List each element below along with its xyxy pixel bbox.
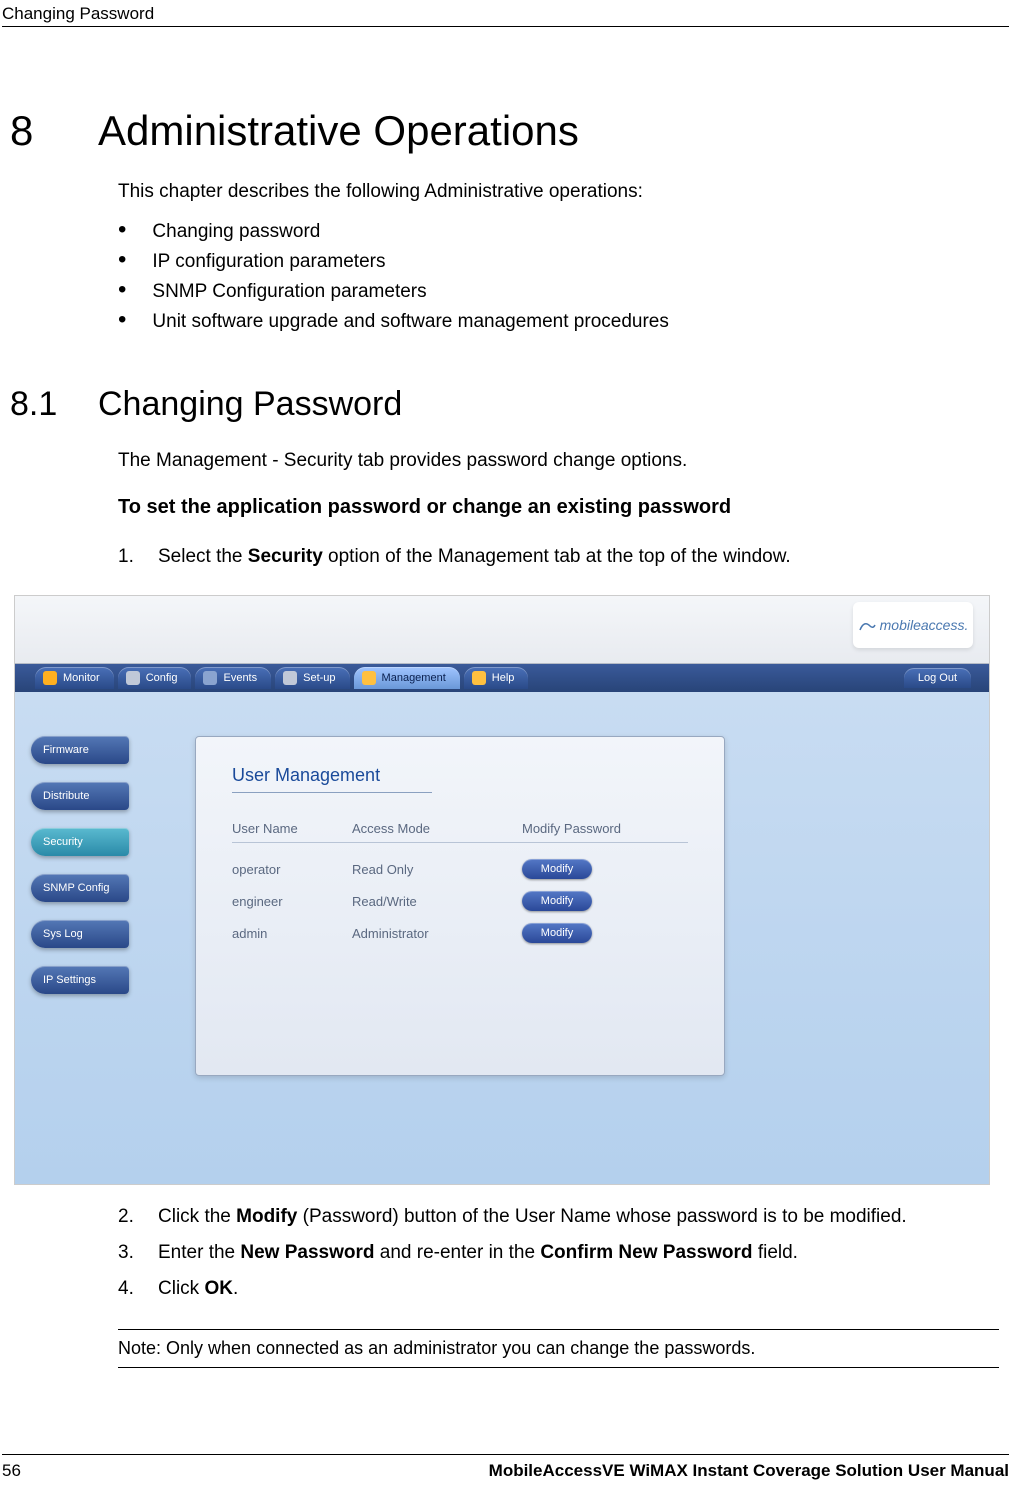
cell-user: operator	[232, 862, 352, 877]
bullet-icon: •	[118, 281, 126, 303]
chapter-intro: This chapter describes the following Adm…	[118, 181, 1009, 203]
tab-label: Config	[146, 672, 178, 684]
page-footer: 56 MobileAccessVE WiMAX Instant Coverage…	[2, 1454, 1009, 1481]
sidebar-item-ip-settings[interactable]: IP Settings	[31, 966, 129, 994]
tab-label: Events	[223, 672, 257, 684]
section-heading: 8.1 Changing Password	[10, 385, 1009, 424]
sidebar-item-security[interactable]: Security	[31, 828, 129, 856]
footer-rule	[2, 1454, 1009, 1455]
step-number: 1.	[118, 546, 140, 568]
sidebar-item-sys-log[interactable]: Sys Log	[31, 920, 129, 948]
bullet-icon: •	[118, 251, 126, 273]
list-item: • Unit software upgrade and software mana…	[118, 307, 1009, 337]
chapter-number: 8	[10, 107, 50, 155]
cell-user: engineer	[232, 894, 352, 909]
tab-config[interactable]: Config	[118, 667, 192, 689]
tab-management[interactable]: Management	[354, 667, 460, 689]
list-item: • IP configuration parameters	[118, 247, 1009, 277]
table-row: engineer Read/Write Modify	[232, 885, 688, 917]
events-icon	[203, 671, 217, 685]
header-access-mode: Access Mode	[352, 821, 522, 836]
bullet-icon: •	[118, 221, 126, 243]
step-1: 1. Select the Security option of the Man…	[118, 539, 1009, 575]
step-2: 2. Click the Modify (Password) button of…	[118, 1199, 1009, 1235]
logout-button[interactable]: Log Out	[904, 668, 971, 688]
step-3: 3. Enter the New Password and re-enter i…	[118, 1235, 1009, 1271]
header-rule	[2, 26, 1009, 27]
sidebar: Firmware Distribute Security SNMP Config…	[15, 692, 145, 1184]
step-list-bottom: 2. Click the Modify (Password) button of…	[118, 1199, 1009, 1307]
cell-mode: Read Only	[352, 862, 522, 877]
tab-label: Help	[492, 672, 515, 684]
logo-text: mobileaccess.	[880, 617, 969, 633]
modify-button[interactable]: Modify	[522, 923, 592, 943]
bullet-icon: •	[118, 311, 126, 333]
tab-label: Monitor	[63, 672, 100, 684]
list-item-text: Unit software upgrade and software manag…	[152, 311, 668, 333]
step-number: 3.	[118, 1242, 140, 1264]
list-item: • SNMP Configuration parameters	[118, 277, 1009, 307]
procedure-heading: To set the application password or chang…	[118, 496, 1009, 519]
main-panel-area: User Management User Name Access Mode Mo…	[145, 692, 989, 1184]
tab-setup[interactable]: Set-up	[275, 667, 349, 689]
page-number: 56	[2, 1461, 21, 1481]
chapter-heading: 8 Administrative Operations	[10, 107, 1009, 155]
list-item-text: SNMP Configuration parameters	[152, 281, 426, 303]
table-row: admin Administrator Modify	[232, 917, 688, 949]
section-number: 8.1	[10, 385, 70, 424]
tab-monitor[interactable]: Monitor	[35, 667, 114, 689]
step-text: Enter the New Password and re-enter in t…	[158, 1242, 798, 1264]
tab-label: Management	[382, 672, 446, 684]
page-header: Changing Password	[0, 0, 1019, 26]
list-item: • Changing password	[118, 217, 1009, 247]
panel-title: User Management	[232, 765, 688, 786]
user-table: User Name Access Mode Modify Password op…	[232, 821, 688, 949]
monitor-icon	[43, 671, 57, 685]
step-number: 4.	[118, 1278, 140, 1300]
header-modify-password: Modify Password	[522, 821, 652, 836]
app-body: Firmware Distribute Security SNMP Config…	[15, 692, 989, 1184]
cell-mode: Read/Write	[352, 894, 522, 909]
logo-wave-icon	[858, 616, 876, 634]
tab-label: Set-up	[303, 672, 335, 684]
bullet-list: • Changing password • IP configuration par…	[118, 217, 1009, 337]
app-header-area: mobileaccess.	[15, 596, 989, 664]
panel-title-underline	[232, 792, 432, 793]
step-list-top: 1. Select the Security option of the Man…	[118, 539, 1009, 575]
list-item-text: Changing password	[152, 221, 320, 243]
step-4: 4. Click OK.	[118, 1271, 1009, 1307]
step-text: Select the Security option of the Manage…	[158, 546, 791, 568]
list-item-text: IP configuration parameters	[152, 251, 385, 273]
table-row: operator Read Only Modify	[232, 853, 688, 885]
top-tab-bar: Monitor Config Events Set-up Management …	[15, 664, 989, 692]
cell-mode: Administrator	[352, 926, 522, 941]
section-intro: The Management - Security tab provides p…	[118, 450, 1009, 472]
table-header-row: User Name Access Mode Modify Password	[232, 821, 688, 843]
modify-button[interactable]: Modify	[522, 859, 592, 879]
user-management-panel: User Management User Name Access Mode Mo…	[195, 736, 725, 1076]
note-box: Note: Only when connected as an administ…	[118, 1329, 999, 1368]
sidebar-item-snmp-config[interactable]: SNMP Config	[31, 874, 129, 902]
footer-title: MobileAccessVE WiMAX Instant Coverage So…	[489, 1461, 1009, 1481]
modify-button[interactable]: Modify	[522, 891, 592, 911]
tab-events[interactable]: Events	[195, 667, 271, 689]
tab-help[interactable]: Help	[464, 667, 529, 689]
section-title: Changing Password	[98, 385, 402, 424]
sidebar-item-distribute[interactable]: Distribute	[31, 782, 129, 810]
step-text: Click OK.	[158, 1278, 238, 1300]
help-icon	[472, 671, 486, 685]
screenshot-figure: mobileaccess. Monitor Config Events Set-…	[14, 595, 990, 1185]
step-number: 2.	[118, 1206, 140, 1228]
chapter-title: Administrative Operations	[98, 107, 579, 155]
header-user-name: User Name	[232, 821, 352, 836]
setup-icon	[283, 671, 297, 685]
step-text: Click the Modify (Password) button of th…	[158, 1206, 907, 1228]
sidebar-item-firmware[interactable]: Firmware	[31, 736, 129, 764]
management-icon	[362, 671, 376, 685]
mobileaccess-logo: mobileaccess.	[853, 602, 973, 648]
cell-user: admin	[232, 926, 352, 941]
config-icon	[126, 671, 140, 685]
